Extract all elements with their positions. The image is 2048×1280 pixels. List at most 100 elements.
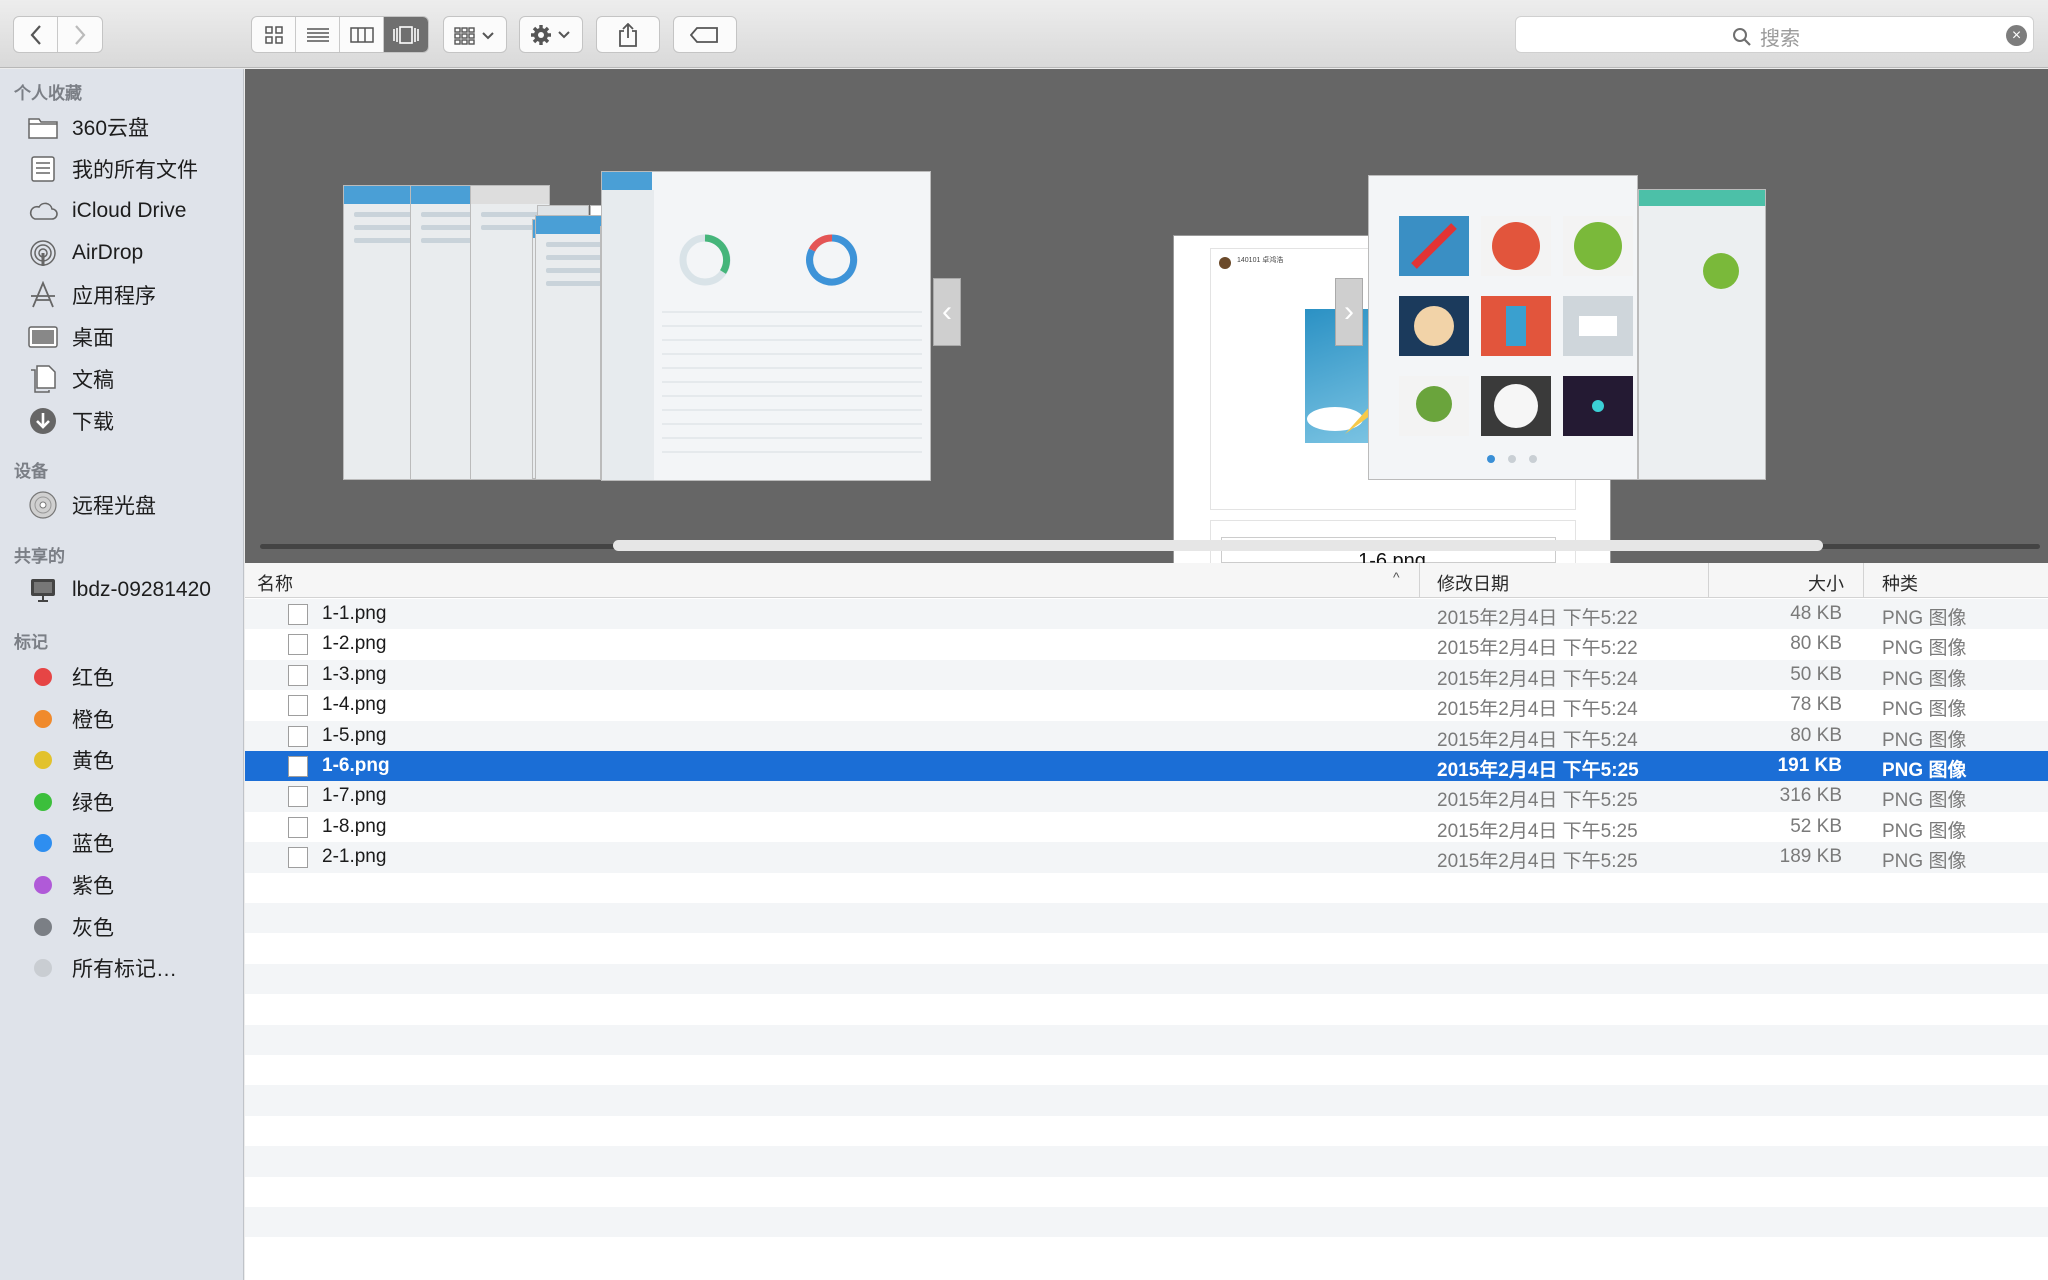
sidebar-item-all-files[interactable]: 我的所有文件 [28, 149, 198, 189]
cover-thumb-gallery[interactable] [1368, 175, 1638, 480]
sidebar-item-desktop[interactable]: 桌面 [28, 317, 114, 357]
all-files-icon [28, 154, 58, 184]
file-row[interactable]: 1-3.png 2015年2月4日 下午5:24 50 KB PNG 图像 [245, 659, 2048, 691]
back-button[interactable] [14, 17, 58, 52]
sidebar-tag-item[interactable]: 紫色 [28, 865, 114, 905]
column-header-date[interactable]: 修改日期 [1437, 570, 1509, 596]
forward-button[interactable] [58, 17, 102, 52]
computer-icon [28, 575, 58, 605]
sidebar-item-remote-disc[interactable]: 远程光盘 [28, 485, 156, 525]
file-row[interactable]: 1-1.png 2015年2月4日 下午5:22 48 KB PNG 图像 [245, 599, 2048, 630]
sidebar-item-airdrop[interactable]: AirDrop [28, 233, 143, 273]
view-mode-switcher [251, 16, 429, 53]
cover-thumb[interactable] [1638, 189, 1766, 480]
icon-view-button[interactable] [252, 17, 296, 52]
cover-flow-view-button[interactable] [384, 17, 428, 52]
arrange-button[interactable] [443, 16, 507, 53]
columns-icon [349, 26, 374, 43]
sidebar-tag-item[interactable]: 所有标记… [28, 948, 177, 988]
cover-thumb-dashboard[interactable] [601, 171, 931, 481]
column-header-kind[interactable]: 种类 [1882, 570, 1918, 596]
sidebar-item-360[interactable]: 360云盘 [28, 107, 149, 147]
file-name: 2-1.png [322, 846, 387, 868]
sidebar-tag-item[interactable]: 黄色 [28, 740, 114, 780]
search-placeholder: 搜索 [1760, 28, 1800, 50]
tag-color-dot-icon [34, 792, 52, 811]
nav-back-forward [13, 16, 103, 53]
sidebar-item-label: 所有标记… [72, 958, 177, 982]
sidebar-item-label: 紫色 [72, 875, 114, 898]
toolbar: 搜索 × [0, 0, 2048, 68]
file-kind: PNG 图像 [1882, 699, 1967, 721]
cover-next-arrow-icon[interactable]: › [1335, 278, 1363, 346]
cover-flow-panel: 140101 卓鸿浩 火箭.png 1-6.png ‹ › [245, 69, 2048, 587]
share-button[interactable] [596, 16, 660, 53]
arrange-grid-icon [454, 26, 494, 45]
tags-button[interactable] [673, 16, 737, 53]
file-name: 1-7.png [322, 785, 387, 807]
png-file-icon [288, 604, 308, 625]
cover-prev-arrow-icon[interactable]: ‹ [933, 278, 961, 346]
png-file-icon [288, 786, 308, 808]
sidebar-tag-item[interactable]: 橙色 [28, 699, 114, 739]
png-file-icon [288, 725, 308, 747]
column-header-name[interactable]: 名称 [257, 570, 293, 596]
empty-row [245, 1177, 2048, 1207]
file-date: 2015年2月4日 下午5:22 [1437, 638, 1638, 660]
file-kind: PNG 图像 [1882, 790, 1967, 812]
search-field[interactable]: 搜索 × [1515, 16, 2034, 53]
avatar [1219, 257, 1231, 269]
clear-search-icon[interactable]: × [2006, 25, 2027, 46]
sidebar-item-label: 我的所有文件 [72, 159, 198, 182]
file-row[interactable]: 2-1.png 2015年2月4日 下午5:25 189 KB PNG 图像 [245, 842, 2048, 873]
tag-color-dot-icon [34, 876, 52, 894]
file-row[interactable]: 1-6.png 2015年2月4日 下午5:25 191 KB PNG 图像 [245, 751, 2048, 782]
gallery-preview-image [1399, 216, 1633, 463]
sidebar-item-label: 灰色 [72, 916, 114, 940]
sidebar-item-label: 橙色 [72, 708, 114, 732]
list-view-button[interactable] [296, 17, 340, 52]
file-row[interactable]: 1-4.png 2015年2月4日 下午5:24 78 KB PNG 图像 [245, 690, 2048, 720]
file-kind: PNG 图像 [1882, 760, 1967, 781]
file-kind: PNG 图像 [1882, 638, 1967, 660]
tag-color-dot-icon [34, 959, 52, 978]
column-view-button[interactable] [340, 17, 384, 52]
sidebar-tag-item[interactable]: 蓝色 [28, 823, 114, 863]
file-kind: PNG 图像 [1882, 851, 1967, 873]
action-menu-button[interactable] [519, 16, 583, 53]
png-file-icon [288, 695, 308, 717]
file-row[interactable]: 1-8.png 2015年2月4日 下午5:25 52 KB PNG 图像 [245, 812, 2048, 842]
sidebar-item-label: 应用程序 [72, 285, 156, 308]
file-size: 189 KB [1779, 846, 1842, 868]
sidebar-item-icloud[interactable]: iCloud Drive [28, 191, 186, 231]
file-kind: PNG 图像 [1882, 608, 1967, 629]
sidebar-item-label: 360云盘 [72, 117, 150, 140]
file-date: 2015年2月4日 下午5:24 [1437, 699, 1638, 721]
sidebar-item-downloads[interactable]: 下载 [28, 401, 114, 441]
sidebar-item-label: 文稿 [72, 369, 114, 392]
sidebar-tag-item[interactable]: 绿色 [28, 782, 114, 822]
chevron-left-icon [30, 24, 41, 45]
cover-flow-scrollbar[interactable] [613, 540, 1823, 551]
sort-ascending-icon: ^ [1393, 569, 1400, 585]
file-name: 1-6.png [322, 755, 390, 776]
empty-row [245, 903, 2048, 934]
sidebar-item-applications[interactable]: 应用程序 [28, 275, 156, 315]
file-row[interactable]: 1-2.png 2015年2月4日 下午5:22 80 KB PNG 图像 [245, 629, 2048, 659]
preview-card-header: 140101 卓鸿浩 [1237, 257, 1284, 264]
cloud-icon [28, 196, 58, 226]
sidebar-item-label: 下载 [72, 411, 114, 434]
column-header-size[interactable]: 大小 [1808, 570, 1844, 596]
sidebar-item-shared-computer[interactable]: lbdz-09281420 [28, 570, 211, 610]
file-row[interactable]: 1-5.png 2015年2月4日 下午5:24 80 KB PNG 图像 [245, 720, 2048, 751]
file-kind: PNG 图像 [1882, 668, 1967, 690]
png-file-icon [288, 664, 308, 686]
file-row[interactable]: 1-7.png 2015年2月4日 下午5:25 316 KB PNG 图像 [245, 781, 2048, 812]
sidebar-tag-item[interactable]: 灰色 [28, 907, 114, 947]
sidebar-tag-item[interactable]: 红色 [28, 657, 114, 697]
downloads-icon [28, 406, 58, 436]
png-file-icon [288, 816, 308, 838]
disc-icon [28, 490, 58, 520]
tag-color-dot-icon [34, 751, 52, 770]
sidebar-item-documents[interactable]: 文稿 [28, 359, 114, 399]
